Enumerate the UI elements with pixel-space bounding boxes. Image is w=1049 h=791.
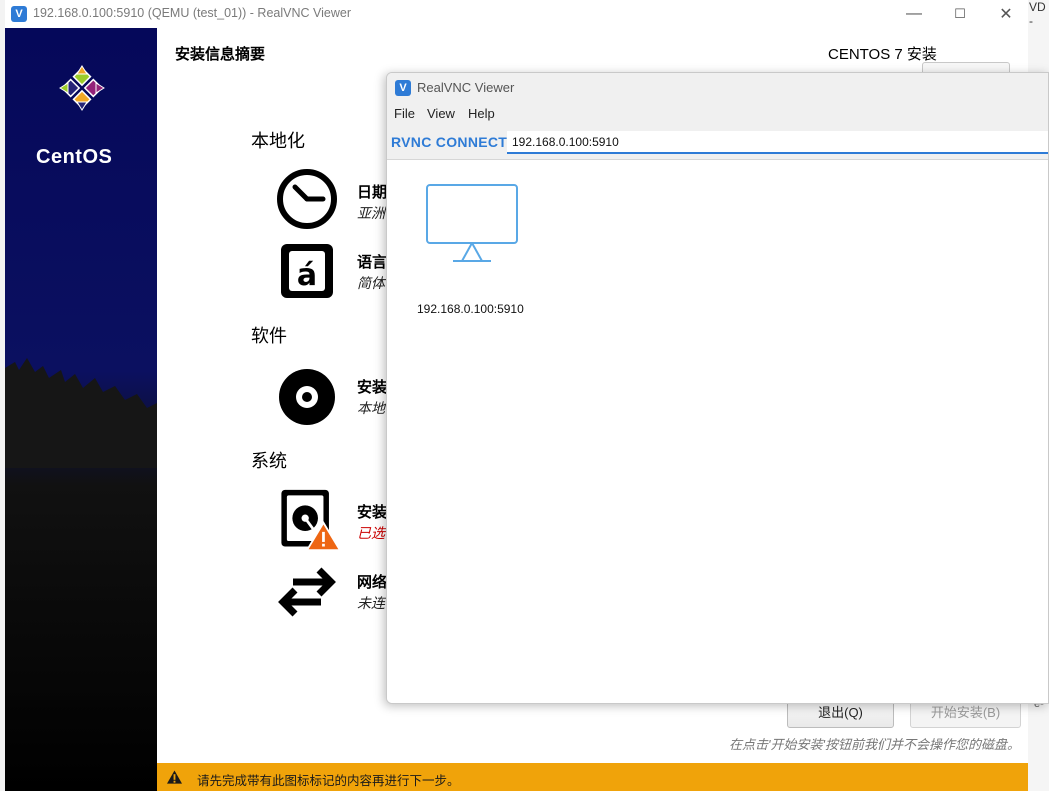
connection-tile[interactable]: 192.168.0.100:5910 xyxy=(412,183,532,316)
desktop-right-text: VD - xyxy=(1029,0,1046,28)
realvnc-logo-icon: V xyxy=(395,80,411,96)
realvnc-logo-icon: V xyxy=(11,6,27,22)
spoke-datetime-status: 亚洲 xyxy=(357,205,385,221)
warning-text: 请先完成带有此图标标记的内容再进行下一步。 xyxy=(197,774,460,788)
network-arrows-icon[interactable] xyxy=(275,560,339,624)
warning-icon xyxy=(167,770,182,784)
viewer-title: RealVNC Viewer xyxy=(417,80,515,95)
minimize-icon: — xyxy=(906,5,922,22)
disk-hint-text: 在点击'开始安装'按钮前我们并不会操作您的磁盘。 xyxy=(729,737,1020,752)
centos-logo-icon xyxy=(59,65,105,111)
spoke-destination-status: 已选 xyxy=(357,525,385,541)
realvnc-viewer-window: V RealVNC Viewer File View Help RVNC CON… xyxy=(386,72,1049,704)
section-system: 系统 xyxy=(251,451,287,471)
spoke-language-status: 简体 xyxy=(357,275,385,291)
spoke-network-status: 未连 xyxy=(357,595,385,611)
connection-label: 192.168.0.100:5910 xyxy=(417,302,524,316)
svg-text:á: á xyxy=(297,258,317,293)
spoke-source-status: 本地 xyxy=(357,400,385,416)
minimize-button[interactable]: — xyxy=(891,0,937,28)
outer-window-title: 192.168.0.100:5910 (QEMU (test_01)) - Re… xyxy=(33,6,351,20)
city-silhouette-icon xyxy=(5,358,157,468)
viewer-menubar: File View Help xyxy=(387,103,1048,125)
warning-bar: 请先完成带有此图标标记的内容再进行下一步。 xyxy=(157,763,1028,791)
menu-help[interactable]: Help xyxy=(468,106,495,121)
spoke-language-title[interactable]: 语言 xyxy=(357,251,387,272)
language-icon[interactable]: á xyxy=(275,241,339,305)
disc-icon[interactable] xyxy=(275,365,339,429)
viewer-titlebar[interactable]: V RealVNC Viewer xyxy=(387,73,1048,103)
hard-disk-icon[interactable] xyxy=(275,488,339,552)
spoke-destination-title[interactable]: 安装 xyxy=(357,501,387,522)
monitor-icon xyxy=(426,184,518,262)
spoke-datetime-title[interactable]: 日期 xyxy=(357,181,387,202)
menu-file[interactable]: File xyxy=(394,106,415,121)
centos-brand-text: CentOS xyxy=(36,146,113,168)
product-title: CENTOS 7 安装 xyxy=(828,46,937,63)
menu-view[interactable]: View xyxy=(427,106,455,121)
page-title: 安装信息摘要 xyxy=(175,46,266,63)
vnc-connect-brand: RVNC CONNECT xyxy=(391,134,508,150)
address-book: 192.168.0.100:5910 xyxy=(387,161,1048,703)
spoke-source-title[interactable]: 安装 xyxy=(357,376,387,397)
spoke-network-title[interactable]: 网络 xyxy=(357,571,387,592)
close-icon: ✕ xyxy=(999,6,1013,23)
close-button[interactable]: ✕ xyxy=(983,0,1029,28)
address-bar: RVNC CONNECT xyxy=(387,125,1048,160)
section-software: 软件 xyxy=(251,326,287,346)
address-input[interactable] xyxy=(507,131,1048,154)
outer-titlebar[interactable]: V 192.168.0.100:5910 (QEMU (test_01)) - … xyxy=(5,0,1028,28)
clock-icon[interactable] xyxy=(275,167,339,231)
maximize-icon: ☐ xyxy=(954,6,966,21)
installer-sidebar: CentOS xyxy=(5,28,157,791)
section-localization: 本地化 xyxy=(251,131,305,151)
maximize-button[interactable]: ☐ xyxy=(937,0,983,28)
